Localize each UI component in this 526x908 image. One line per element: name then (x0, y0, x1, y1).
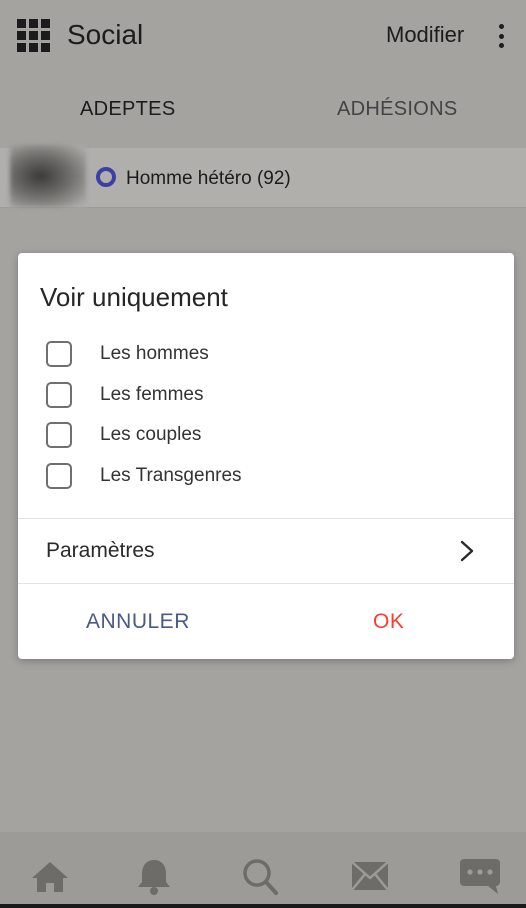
radio-icon (96, 167, 116, 187)
filter-dialog: Voir uniquement Les hommes Les femmes Le… (18, 253, 514, 659)
tab-bar: ADEPTES ADHÉSIONS (0, 72, 526, 148)
dialog-actions: ANNULER OK (18, 584, 514, 659)
option-couples[interactable]: Les couples (46, 420, 486, 450)
search-icon[interactable] (238, 856, 282, 896)
bottom-nav (0, 832, 526, 908)
checkbox-transgenres[interactable] (46, 463, 72, 489)
screen-edge (0, 904, 526, 908)
option-transgenres[interactable]: Les Transgenres (46, 461, 486, 491)
filter-row[interactable]: Homme hétéro (92) (0, 145, 526, 208)
chat-icon[interactable] (458, 856, 502, 896)
home-icon[interactable] (28, 856, 72, 896)
avatar (10, 145, 86, 207)
tab-adeptes[interactable]: ADEPTES (80, 98, 175, 121)
settings-label: Paramètres (46, 539, 155, 562)
modifier-button[interactable]: Modifier (386, 22, 464, 48)
checkbox-femmes[interactable] (46, 382, 72, 408)
mail-icon[interactable] (348, 856, 392, 896)
filter-label: Homme hétéro (92) (126, 168, 291, 189)
apps-grid-icon[interactable] (17, 19, 50, 52)
option-label: Les couples (100, 424, 202, 445)
ok-button[interactable]: OK (373, 610, 404, 634)
more-options-icon[interactable] (496, 24, 506, 48)
chevron-right-icon (460, 540, 474, 562)
option-femmes[interactable]: Les femmes (46, 380, 486, 410)
cancel-button[interactable]: ANNULER (86, 610, 190, 634)
app-bar: Social Modifier (0, 0, 526, 72)
checkbox-couples[interactable] (46, 422, 72, 448)
option-label: Les femmes (100, 384, 204, 405)
option-label: Les Transgenres (100, 465, 242, 486)
tab-adhesions[interactable]: ADHÉSIONS (337, 98, 458, 121)
option-label: Les hommes (100, 343, 209, 364)
dialog-title: Voir uniquement (40, 282, 228, 312)
checkbox-hommes[interactable] (46, 341, 72, 367)
settings-row[interactable]: Paramètres (18, 519, 514, 583)
page-title: Social (67, 19, 144, 50)
bell-icon[interactable] (132, 856, 176, 896)
option-hommes[interactable]: Les hommes (46, 339, 486, 369)
